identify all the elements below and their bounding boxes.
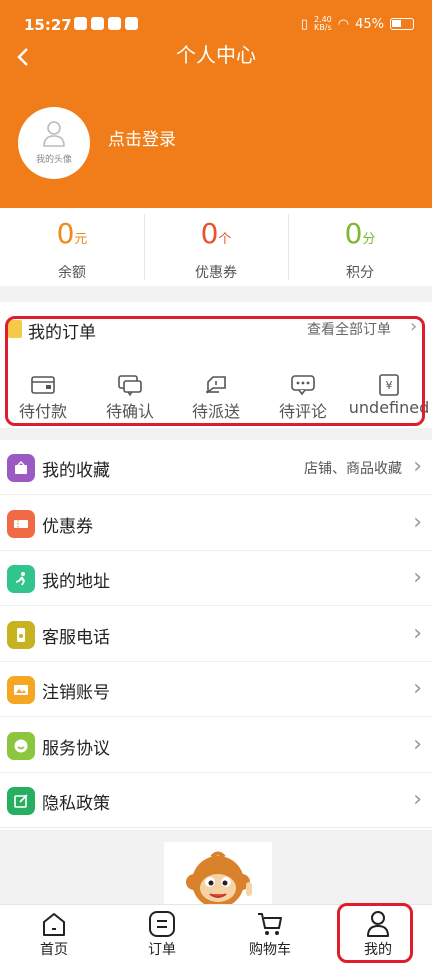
order-status-row: 待付款 待确认 待派送 待评论 ¥ undefined xyxy=(0,374,432,422)
wifi-icon: ◠ xyxy=(337,16,350,32)
status-right: ▯ 2.40 KB/s ◠ 45% xyxy=(301,16,414,32)
menu-item-label: 隐私政策 xyxy=(42,794,110,814)
status-bar: 15:27 ▯ 2.40 KB/s ◠ 45% xyxy=(0,0,432,38)
comment-icon xyxy=(291,375,315,396)
menu-item-customer-service[interactable]: 客服电话 › xyxy=(0,607,432,662)
orders-icon xyxy=(8,320,22,338)
chevron-right-icon: › xyxy=(413,510,422,535)
cart-icon xyxy=(258,913,282,935)
view-all-orders-link[interactable]: 查看全部订单 xyxy=(307,319,391,339)
mascot-banner xyxy=(164,842,272,904)
menu-item-label: 客服电话 xyxy=(42,628,110,648)
chevron-right-icon: › xyxy=(413,676,422,701)
yuan-icon: ¥ xyxy=(379,374,399,396)
stat-label: 余额 xyxy=(58,265,86,281)
menu-item-label: 注销账号 xyxy=(42,683,110,703)
orders-title: 我的订单 xyxy=(28,323,96,343)
stat-unit: 个 xyxy=(218,232,232,247)
chevron-right-icon: › xyxy=(413,621,422,646)
stat-label: 优惠券 xyxy=(195,265,237,281)
menu-item-label: 优惠券 xyxy=(42,517,93,537)
menu-item-label: 我的地址 xyxy=(42,572,110,592)
orders-section: 我的订单 查看全部订单 › 待付款 待确认 待派送 待评论 ¥ undefine… xyxy=(0,302,432,428)
home-icon xyxy=(43,913,65,936)
order-list-icon xyxy=(149,911,175,937)
privacy-icon xyxy=(7,787,35,815)
phone-icon xyxy=(7,621,35,649)
monkey-mascot-icon xyxy=(186,851,252,904)
order-status-label: undefined xyxy=(348,398,430,417)
tab-orders[interactable]: 订单 xyxy=(108,905,216,964)
menu-item-extra: 店铺、商品收藏 xyxy=(304,461,402,477)
stat-unit: 分 xyxy=(362,232,376,247)
login-link[interactable]: 点击登录 xyxy=(108,125,176,150)
profile-header: 个人中心 我的头像 点击登录 xyxy=(0,38,432,208)
net-speed: 2.40 KB/s xyxy=(313,15,332,32)
order-refund[interactable]: ¥ undefined xyxy=(346,374,432,417)
tab-mine[interactable]: 我的 xyxy=(324,905,432,964)
menu-item-delete-account[interactable]: 注销账号 › xyxy=(0,662,432,717)
address-icon xyxy=(7,565,35,593)
chevron-right-icon: › xyxy=(413,787,422,812)
order-pending-delivery[interactable]: 待派送 xyxy=(173,374,259,422)
menu-list: 我的收藏 店铺、商品收藏 › 优惠券 › 我的地址 › 客服电话 › 注销账号 … xyxy=(0,440,432,830)
menu-item-label: 服务协议 xyxy=(42,739,110,759)
favorites-icon xyxy=(7,454,35,482)
order-status-label: 待付款 xyxy=(18,402,67,421)
delivery-icon xyxy=(206,376,226,394)
menu-item-privacy-policy[interactable]: 隐私政策 › xyxy=(0,773,432,828)
svg-text:¥: ¥ xyxy=(386,379,393,392)
avatar[interactable]: 我的头像 xyxy=(18,107,90,179)
menu-item-address[interactable]: 我的地址 › xyxy=(0,551,432,606)
account-icon xyxy=(7,676,35,704)
bottom-tab-bar: 首页 订单 购物车 我的 xyxy=(0,904,432,964)
vibrate-icon: ▯ xyxy=(300,16,308,32)
chevron-right-icon: › xyxy=(413,454,422,479)
stats-panel: 0元 余额 0个 优惠券 0分 积分 xyxy=(0,208,432,286)
stat-value: 0 xyxy=(344,217,363,250)
battery-percent: 45% xyxy=(355,16,384,32)
tab-label: 我的 xyxy=(364,942,392,958)
order-status-label: 待确认 xyxy=(105,402,154,421)
chat-confirm-icon xyxy=(118,375,142,396)
menu-item-label: 我的收藏 xyxy=(42,461,110,481)
order-pending-review[interactable]: 待评论 xyxy=(260,374,346,422)
chevron-right-icon: › xyxy=(413,732,422,757)
order-status-label: 待评论 xyxy=(278,402,327,421)
user-icon xyxy=(43,121,65,147)
status-time: 15:27 xyxy=(24,16,72,34)
stat-coupons[interactable]: 0个 优惠券 xyxy=(144,208,288,286)
menu-item-service-agreement[interactable]: 服务协议 › xyxy=(0,718,432,773)
stat-unit: 元 xyxy=(74,232,88,247)
wallet-icon xyxy=(31,376,55,394)
menu-item-favorites[interactable]: 我的收藏 店铺、商品收藏 › xyxy=(0,440,432,495)
stat-label: 积分 xyxy=(346,265,374,281)
order-status-label: 待派送 xyxy=(191,402,240,421)
agreement-icon xyxy=(7,732,35,760)
tab-label: 订单 xyxy=(148,942,176,958)
tab-label: 购物车 xyxy=(249,942,291,958)
avatar-label: 我的头像 xyxy=(35,155,72,165)
order-pending-payment[interactable]: 待付款 xyxy=(0,374,86,422)
coupon-icon xyxy=(7,510,35,538)
tab-cart[interactable]: 购物车 xyxy=(216,905,324,964)
user-icon xyxy=(367,911,389,937)
notification-icons xyxy=(74,17,138,30)
page-title: 个人中心 xyxy=(176,43,256,67)
chevron-right-icon: › xyxy=(413,565,422,590)
stat-value: 0 xyxy=(56,217,75,250)
battery-icon xyxy=(390,18,414,30)
menu-item-coupons[interactable]: 优惠券 › xyxy=(0,496,432,551)
stat-points[interactable]: 0分 积分 xyxy=(288,208,432,286)
tab-home[interactable]: 首页 xyxy=(0,905,108,964)
chevron-right-icon[interactable]: › xyxy=(410,316,417,337)
order-pending-confirm[interactable]: 待确认 xyxy=(87,374,173,422)
stat-balance[interactable]: 0元 余额 xyxy=(0,208,144,286)
tab-label: 首页 xyxy=(40,942,68,958)
stat-value: 0 xyxy=(200,217,219,250)
